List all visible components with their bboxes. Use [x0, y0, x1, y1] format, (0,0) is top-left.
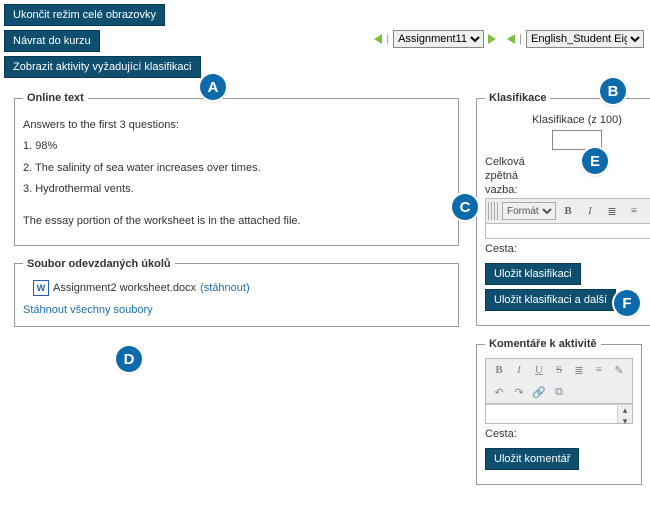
online-text-legend: Online text [23, 92, 88, 104]
bullet-list-icon[interactable]: ≡ [590, 361, 608, 379]
online-text-panel: Online text Answers to the first 3 quest… [14, 92, 459, 246]
save-grade-button[interactable]: Uložit klasifikaci [485, 263, 581, 285]
file-download-link[interactable]: (stáhnout) [200, 282, 250, 294]
grade-input[interactable] [552, 130, 602, 150]
navigation-row: | Assignment11 | English_Student Eight [374, 30, 644, 48]
italic-icon[interactable]: I [580, 201, 600, 221]
activity-comments-panel: Komentáře k aktivitě B I U S ≣ ≡ ✎ ↶ ↷ 🔗… [476, 338, 642, 485]
numbered-list-icon[interactable]: ≡ [624, 201, 644, 221]
link-icon[interactable]: ⋔ [646, 201, 650, 221]
left-column: Online text Answers to the first 3 quest… [14, 92, 459, 339]
undo-icon[interactable]: ↶ [490, 383, 508, 401]
bullet-list-icon[interactable]: ≣ [602, 201, 622, 221]
comment-toolbar: B I U S ≣ ≡ ✎ ↶ ↷ 🔗 ⧉ [485, 358, 633, 404]
strike-icon[interactable]: S [550, 361, 568, 379]
save-grade-and-next-button[interactable]: Uložit klasifikaci a další [485, 289, 616, 311]
prev-student-arrow-icon[interactable] [507, 34, 515, 44]
toolbar-grip-icon [488, 202, 498, 220]
assignment-select[interactable]: Assignment11 [393, 30, 484, 48]
underline-icon[interactable]: U [530, 361, 548, 379]
online-text-answer-3: 3. Hydrothermal vents. [23, 182, 450, 197]
comment-editor[interactable]: ▴▾ [485, 404, 633, 424]
activity-comments-legend: Komentáře k aktivitě [485, 338, 601, 350]
annotation-marker-c: C [452, 194, 478, 220]
nav-separator: | [519, 33, 522, 45]
numbered-list-icon[interactable]: ≣ [570, 361, 588, 379]
submitted-files-legend: Soubor odevzdaných úkolů [23, 258, 175, 270]
annotation-marker-e: E [582, 148, 608, 174]
online-text-note: The essay portion of the worksheet is in… [23, 214, 450, 229]
editor-scrollbar[interactable]: ▴▾ [617, 405, 632, 423]
online-text-answer-1: 1. 98% [23, 139, 450, 154]
unlink-icon[interactable]: ⧉ [550, 383, 568, 401]
back-to-course-button[interactable]: Návrat do kurzu [4, 30, 100, 52]
submitted-files-panel: Soubor odevzdaných úkolů W Assignment2 w… [14, 258, 459, 327]
redo-icon[interactable]: ↷ [510, 383, 528, 401]
feedback-label-line2: zpětná [485, 170, 650, 182]
save-comment-button[interactable]: Uložit komentář [485, 448, 579, 470]
student-select[interactable]: English_Student Eight [526, 30, 644, 48]
show-grading-activities-button[interactable]: Zobrazit aktivity vyžadující klasifikaci [4, 56, 201, 78]
annotation-marker-d: D [116, 346, 142, 372]
feedback-label-line1: Celková [485, 156, 650, 168]
feedback-editor[interactable]: ▴▾ [485, 224, 650, 239]
online-text-body: Answers to the first 3 questions: 1. 98%… [23, 118, 450, 229]
feedback-label-line3: vazba: [485, 184, 650, 196]
feedback-path-label: Cesta: [485, 243, 650, 255]
nav-separator: | [386, 33, 389, 45]
prev-assignment-arrow-icon[interactable] [374, 34, 382, 44]
annotation-marker-b: B [600, 78, 626, 104]
grading-legend: Klasifikace [485, 92, 550, 104]
next-assignment-arrow-icon[interactable] [488, 34, 496, 44]
bold-icon[interactable]: B [558, 201, 578, 221]
word-doc-icon: W [33, 280, 49, 296]
grade-out-of-label: Klasifikace (z 100) [485, 114, 650, 126]
file-name: Assignment2 worksheet.docx [53, 282, 196, 294]
file-row: W Assignment2 worksheet.docx (stáhnout) [23, 278, 450, 300]
link-icon[interactable]: 🔗 [530, 383, 548, 401]
exit-fullscreen-button[interactable]: Ukončit režim celé obrazovky [4, 4, 165, 26]
feedback-toolbar: Formát B I ≣ ≡ ⋔ [485, 198, 650, 224]
main-content: A B C D E F Online text Answers to the f… [0, 86, 650, 497]
annotation-marker-f: F [614, 290, 640, 316]
annotation-marker-a: A [200, 74, 226, 100]
online-text-answer-2: 2. The salinity of sea water increases o… [23, 161, 450, 176]
comment-path-label: Cesta: [485, 428, 633, 440]
italic-icon[interactable]: I [510, 361, 528, 379]
online-text-intro: Answers to the first 3 questions: [23, 118, 450, 133]
bold-icon[interactable]: B [490, 361, 508, 379]
highlight-icon[interactable]: ✎ [610, 361, 628, 379]
download-all-link[interactable]: Stáhnout všechny soubory [23, 304, 450, 316]
format-select[interactable]: Formát [502, 202, 556, 220]
